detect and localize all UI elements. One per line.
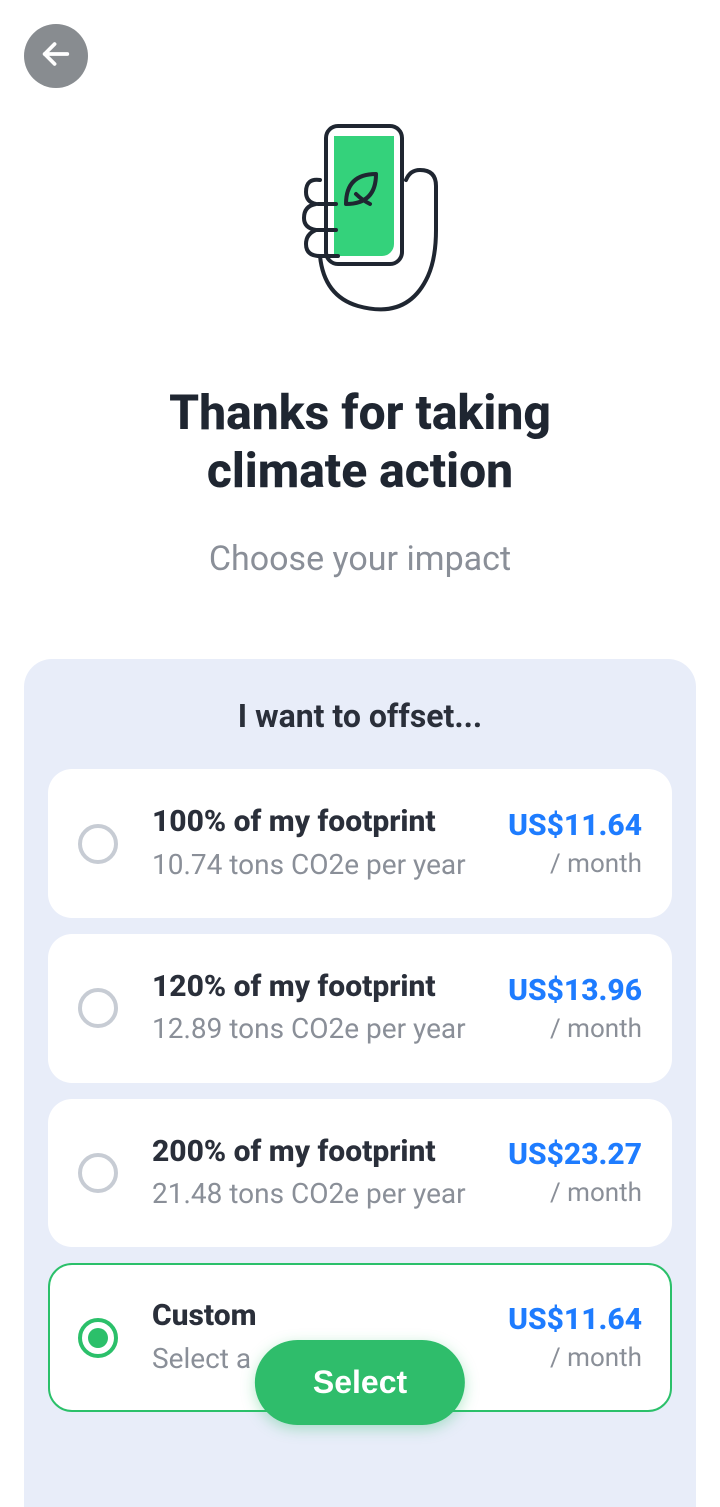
hero: Thanks for taking climate action Choose … (0, 0, 720, 579)
option-price-amount: US$11.64 (508, 1302, 642, 1337)
card-title: I want to offset... (48, 697, 672, 735)
arrow-left-icon (39, 37, 73, 75)
radio-icon (78, 1153, 118, 1193)
page-title: Thanks for taking climate action (0, 384, 720, 499)
option-main: 100% of my footprint 10.74 tons CO2e per … (152, 803, 496, 884)
option-title: 100% of my footprint (152, 803, 496, 841)
option-title: Custom (152, 1297, 496, 1335)
select-button[interactable]: Select (255, 1340, 465, 1425)
offset-option-2[interactable]: 200% of my footprint21.48 tons CO2e per … (48, 1099, 672, 1248)
option-subtitle: 12.89 tons CO2e per year (152, 1009, 496, 1048)
option-list: 100% of my footprint 10.74 tons CO2e per … (48, 769, 672, 1412)
option-title: 120% of my footprint (152, 968, 496, 1006)
offset-option-0[interactable]: 100% of my footprint 10.74 tons CO2e per … (48, 769, 672, 918)
option-price-per: / month (508, 849, 642, 879)
page-subtitle: Choose your impact (0, 539, 720, 579)
option-price-amount: US$13.96 (508, 973, 642, 1008)
option-price-per: / month (508, 1178, 642, 1208)
page-title-line1: Thanks for taking (169, 384, 551, 441)
option-price-per: / month (508, 1014, 642, 1044)
option-title: 200% of my footprint (152, 1133, 496, 1171)
option-price: US$11.64 / month (508, 1302, 642, 1373)
option-price-amount: US$23.27 (508, 1137, 642, 1172)
option-price: US$13.96 / month (508, 973, 642, 1044)
option-main: 200% of my footprint21.48 tons CO2e per … (152, 1133, 496, 1214)
radio-icon (78, 988, 118, 1028)
radio-icon (78, 1318, 118, 1358)
option-subtitle: 21.48 tons CO2e per year (152, 1174, 496, 1213)
option-price: US$23.27 / month (508, 1137, 642, 1208)
option-price-per: / month (508, 1343, 642, 1373)
page-title-line2: climate action (207, 442, 513, 499)
option-price: US$11.64 / month (508, 808, 642, 879)
option-main: 120% of my footprint12.89 tons CO2e per … (152, 968, 496, 1049)
hand-phone-leaf-illustration (260, 120, 460, 364)
offset-option-1[interactable]: 120% of my footprint12.89 tons CO2e per … (48, 934, 672, 1083)
back-button[interactable] (24, 24, 88, 88)
option-subtitle: 10.74 tons CO2e per year (152, 845, 496, 884)
option-price-amount: US$11.64 (508, 808, 642, 843)
radio-icon (78, 824, 118, 864)
